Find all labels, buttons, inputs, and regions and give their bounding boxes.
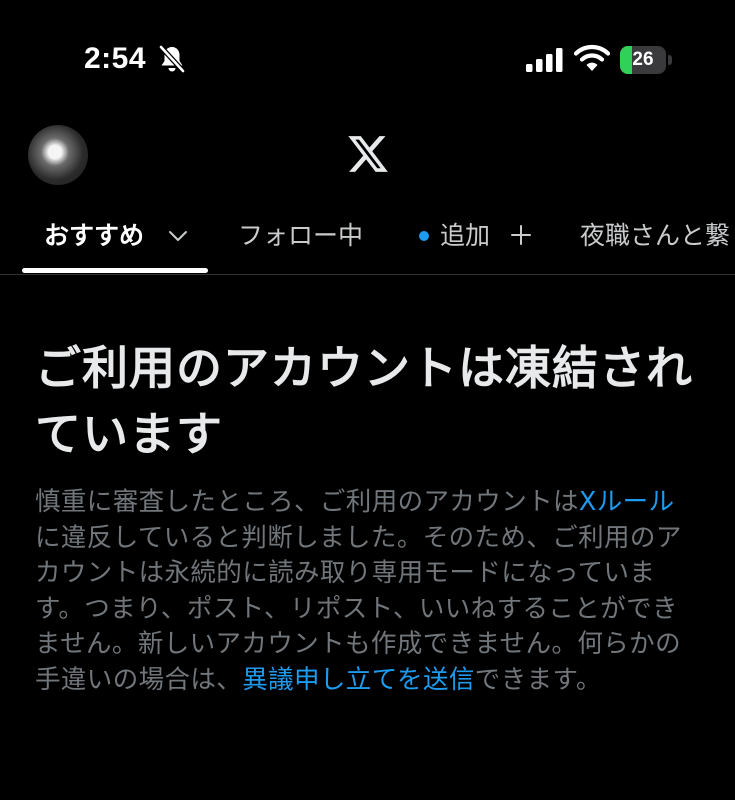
tab-add[interactable]: 追加: [440, 218, 490, 254]
suspension-message: 慎重に審査したところ、ご利用のアカウントはXルールに違反していると判断しました。…: [35, 485, 699, 698]
status-bar: 2:54 26: [0, 0, 735, 110]
chevron-down-icon[interactable]: [168, 228, 188, 244]
appeal-link[interactable]: 異議申し立てを送信: [242, 665, 475, 695]
top-header: [0, 110, 735, 200]
battery-level: 26: [632, 49, 654, 70]
page-title: ご利用のアカウントは凍結されています: [35, 341, 693, 461]
plus-icon[interactable]: [510, 224, 532, 246]
tab-list-night[interactable]: 夜職さんと繋: [580, 218, 730, 254]
tab-following[interactable]: フォロー中: [238, 218, 363, 254]
message-text-3: できます。: [474, 664, 602, 695]
battery-cap: [668, 55, 672, 65]
avatar[interactable]: [28, 125, 88, 185]
x-rules-link[interactable]: Xルール: [579, 487, 675, 517]
new-indicator-dot: [419, 231, 429, 241]
battery-body: 26: [620, 46, 666, 74]
x-logo-icon[interactable]: [346, 132, 390, 176]
timeline-tabs: おすすめ フォロー中 追加 夜職さんと繋: [0, 200, 735, 275]
tab-recommended[interactable]: おすすめ: [44, 218, 144, 254]
signal-icon: [526, 48, 563, 72]
active-tab-indicator: [22, 268, 208, 273]
message-text-1: 慎重に審査したところ、ご利用のアカウントは: [35, 487, 579, 517]
status-time: 2:54: [84, 42, 147, 75]
battery-icon: 26: [620, 46, 672, 74]
bell-slash-icon: [159, 45, 185, 73]
wifi-icon: [574, 45, 610, 71]
